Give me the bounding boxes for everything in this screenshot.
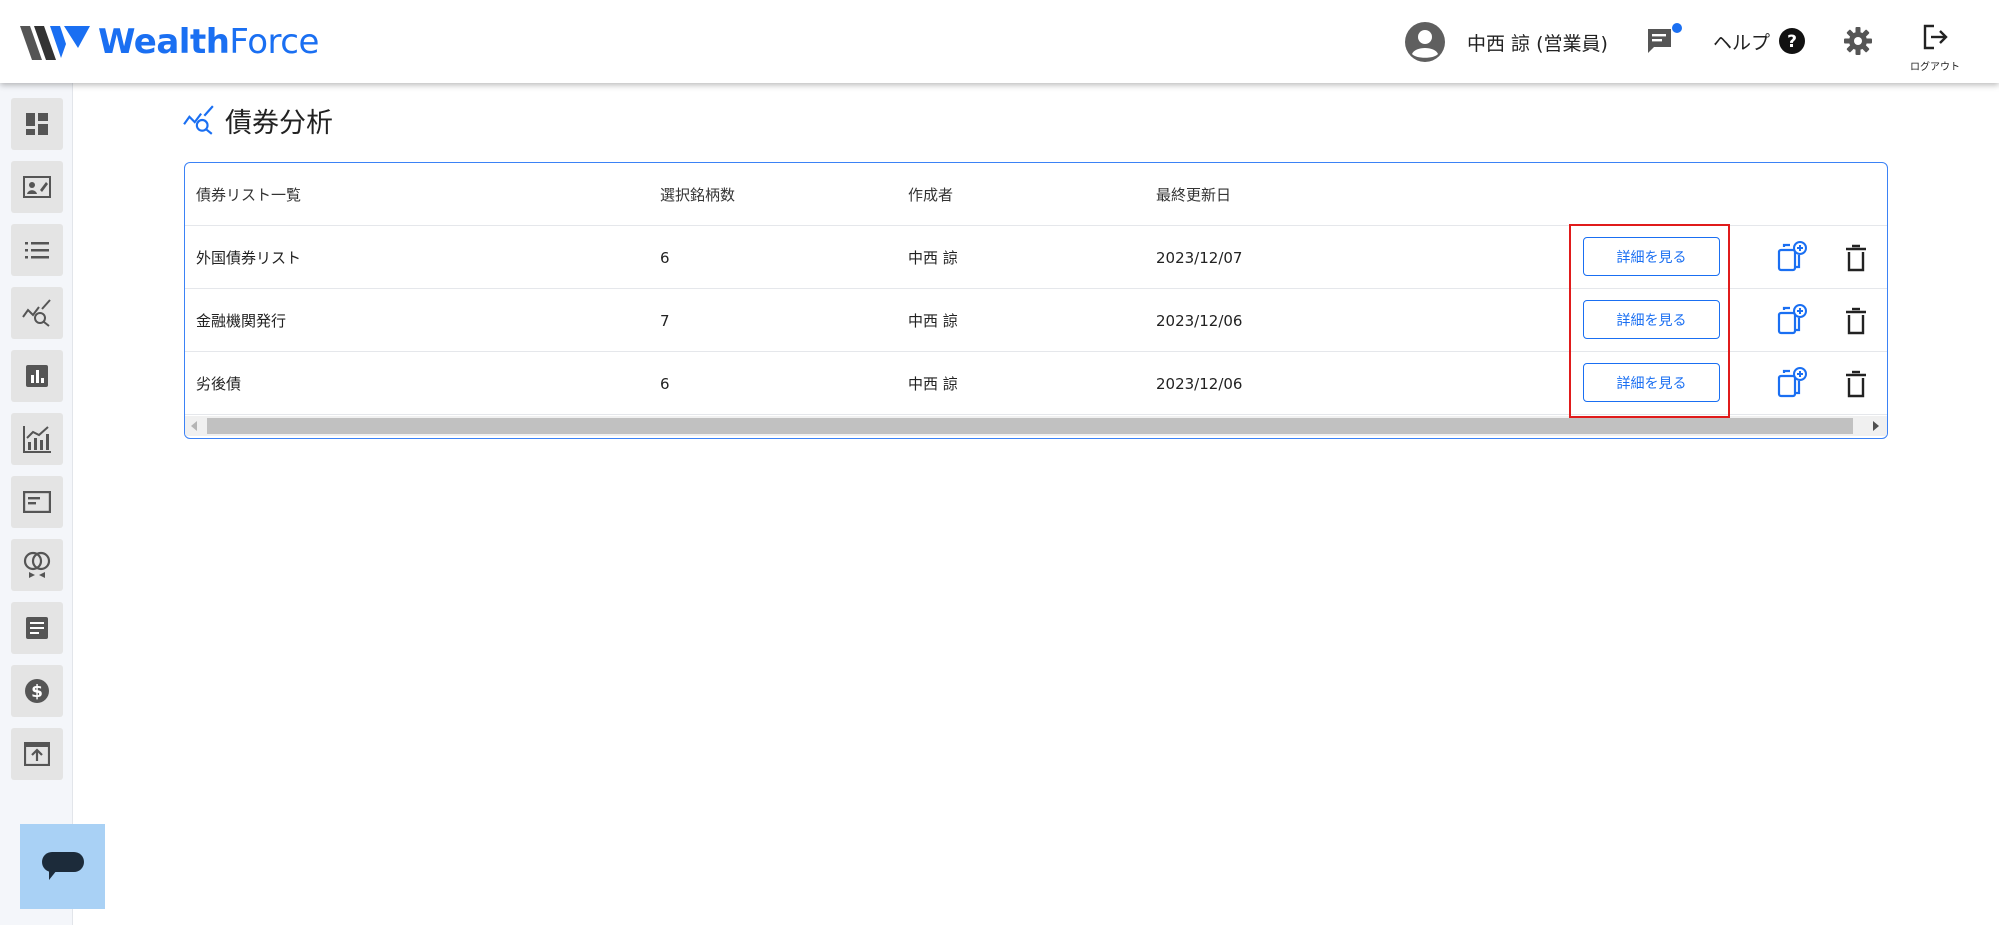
help-button[interactable]: ヘルプ ?: [1713, 26, 1806, 56]
article-icon: [26, 617, 48, 639]
sidebar-item-bond-analysis[interactable]: [11, 287, 63, 339]
selected-count: 6: [660, 248, 670, 267]
svg-text:?: ?: [1787, 32, 1797, 52]
chat-bubble-icon: [41, 851, 84, 880]
page-title-bar: 債券分析: [183, 100, 333, 140]
brand-logo[interactable]: WealthForce: [20, 20, 319, 64]
sidebar-item-bar-chart[interactable]: [11, 350, 63, 402]
sidebar-item-dollar[interactable]: $: [11, 665, 63, 717]
scroll-right-arrow-icon[interactable]: [1873, 421, 1879, 431]
sidebar-item-document-panel[interactable]: [11, 476, 63, 528]
svg-text:$: $: [31, 682, 43, 702]
table-row: 劣後債 6 中西 諒 2023/12/06 詳細を見る: [185, 352, 1887, 415]
column-header-list[interactable]: 債券リスト一覧: [196, 163, 301, 226]
logout-button[interactable]: ログアウト: [1905, 22, 1965, 73]
contact-card-icon: [23, 176, 51, 198]
sidebar-item-article[interactable]: [11, 602, 63, 654]
creator: 中西 諒: [908, 375, 958, 393]
copy-add-icon[interactable]: [1776, 241, 1808, 273]
selected-count: 7: [660, 311, 670, 330]
chat-widget-button[interactable]: [20, 824, 105, 909]
logo-mark-icon: [20, 26, 90, 60]
horizontal-scrollbar[interactable]: [185, 416, 1887, 436]
sidebar-item-upload[interactable]: [11, 728, 63, 780]
user-avatar-icon[interactable]: [1405, 22, 1445, 62]
trash-icon[interactable]: [1843, 370, 1869, 398]
list-name: 劣後債: [196, 375, 242, 393]
list-icon: [25, 242, 49, 259]
column-header-creator[interactable]: 作成者: [908, 163, 953, 226]
bond-list-table: 債券リスト一覧 選択銘柄数 作成者 最終更新日 外国債券リスト 6 中西 諒 2…: [184, 162, 1888, 439]
growth-chart-icon: [23, 426, 51, 453]
dashboard-icon: [26, 113, 48, 135]
trash-icon[interactable]: [1843, 307, 1869, 335]
last-updated: 2023/12/07: [1156, 248, 1243, 267]
last-updated: 2023/12/06: [1156, 311, 1243, 330]
notification-dot: [1672, 23, 1682, 33]
list-name: 金融機関発行: [196, 312, 287, 330]
last-updated: 2023/12/06: [1156, 374, 1243, 393]
sidebar-item-contact-card[interactable]: [11, 161, 63, 213]
logout-label: ログアウト: [1910, 62, 1960, 73]
document-panel-icon: [23, 491, 51, 513]
creator: 中西 諒: [908, 249, 958, 267]
app-header: WealthForce 中西 諒 (営業員) ヘルプ ? ログアウト: [0, 0, 1999, 83]
copy-add-icon[interactable]: [1776, 367, 1808, 399]
table-row: 外国債券リスト 6 中西 諒 2023/12/07 詳細を見る: [185, 226, 1887, 289]
scroll-left-arrow-icon[interactable]: [191, 421, 197, 431]
view-details-button[interactable]: 詳細を見る: [1583, 300, 1720, 339]
list-name: 外国債券リスト: [196, 249, 302, 267]
brand-name-part2: Force: [229, 22, 319, 62]
logout-icon: [1923, 24, 1948, 50]
sidebar-item-list[interactable]: [11, 224, 63, 276]
trash-icon[interactable]: [1843, 244, 1869, 272]
brand-name-part1: Wealth: [98, 22, 230, 62]
column-header-count[interactable]: 選択銘柄数: [660, 163, 735, 226]
chat-icon[interactable]: [1645, 26, 1675, 56]
bond-analysis-icon: [183, 105, 214, 135]
table-row: 金融機関発行 7 中西 諒 2023/12/06 詳細を見る: [185, 289, 1887, 352]
creator: 中西 諒: [908, 312, 958, 330]
column-header-updated[interactable]: 最終更新日: [1156, 163, 1231, 226]
table-header-row: 債券リスト一覧 選択銘柄数 作成者 最終更新日: [185, 163, 1887, 226]
brand-name: WealthForce: [98, 25, 319, 59]
gear-icon[interactable]: [1843, 26, 1873, 56]
sidebar-item-rings[interactable]: [11, 539, 63, 591]
page-title: 債券分析: [225, 107, 333, 139]
view-details-button[interactable]: 詳細を見る: [1583, 237, 1720, 276]
scrollbar-thumb[interactable]: [207, 418, 1853, 434]
selected-count: 6: [660, 374, 670, 393]
upload-icon: [24, 742, 50, 766]
dollar-icon: $: [25, 679, 49, 703]
bond-analysis-icon: [22, 299, 51, 327]
sidebar: $: [0, 83, 73, 925]
sidebar-item-dashboard[interactable]: [11, 98, 63, 150]
help-icon: ?: [1779, 28, 1806, 54]
view-details-button[interactable]: 詳細を見る: [1583, 363, 1720, 402]
user-name[interactable]: 中西 諒 (営業員): [1467, 29, 1608, 56]
copy-add-icon[interactable]: [1776, 304, 1808, 336]
bar-chart-icon: [26, 365, 48, 387]
rings-icon: [23, 551, 51, 578]
help-label: ヘルプ: [1713, 31, 1771, 54]
sidebar-item-growth-chart[interactable]: [11, 413, 63, 465]
